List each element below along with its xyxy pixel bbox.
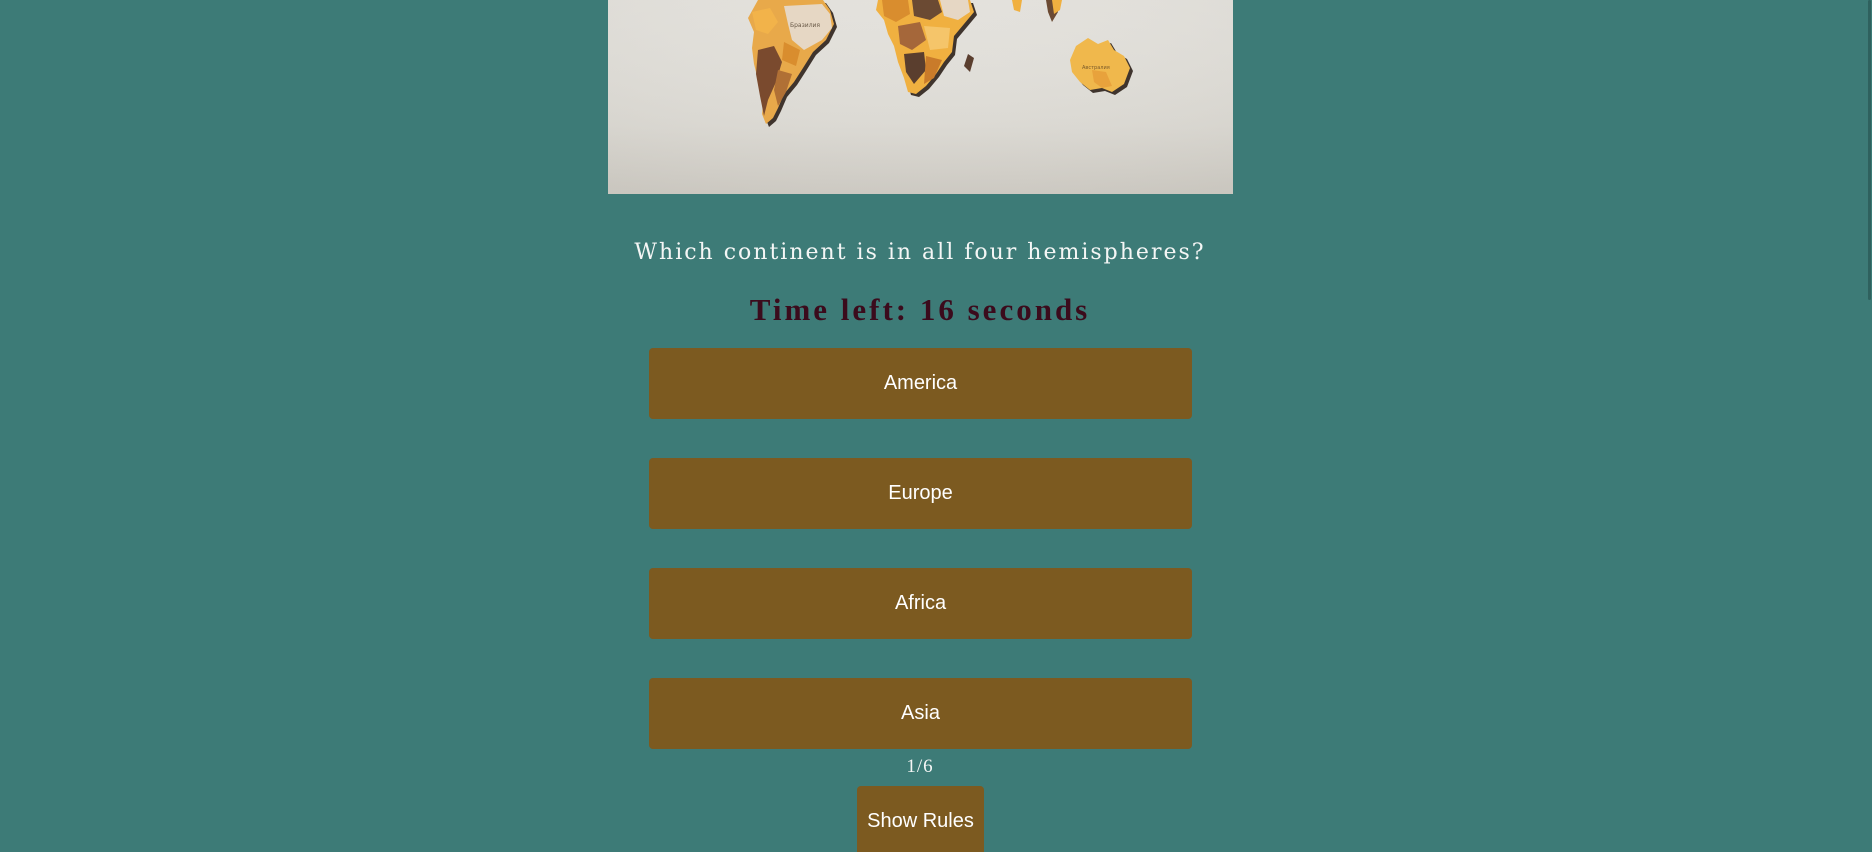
page-scrollbar[interactable] [1866,0,1872,852]
world-map-illustration: Бразилия Австралия [608,0,1233,194]
answer-options: America Europe Africa Asia [649,348,1192,788]
show-rules-button[interactable]: Show Rules [857,786,984,852]
answer-button-africa[interactable]: Africa [649,568,1192,639]
question-text: Which continent is in all four hemispher… [634,240,1206,265]
answer-button-asia[interactable]: Asia [649,678,1192,749]
brazil-map-label: Бразилия [790,22,820,29]
world-map-image: Бразилия Австралия [608,0,1233,194]
answer-button-america[interactable]: America [649,348,1192,419]
answer-button-europe[interactable]: Europe [649,458,1192,529]
page-scrollbar-thumb[interactable] [1868,0,1871,300]
australia-map-label: Австралия [1082,65,1110,71]
question-progress: 1/6 [906,756,934,777]
countdown-timer: Time left: 16 seconds [749,292,1091,327]
